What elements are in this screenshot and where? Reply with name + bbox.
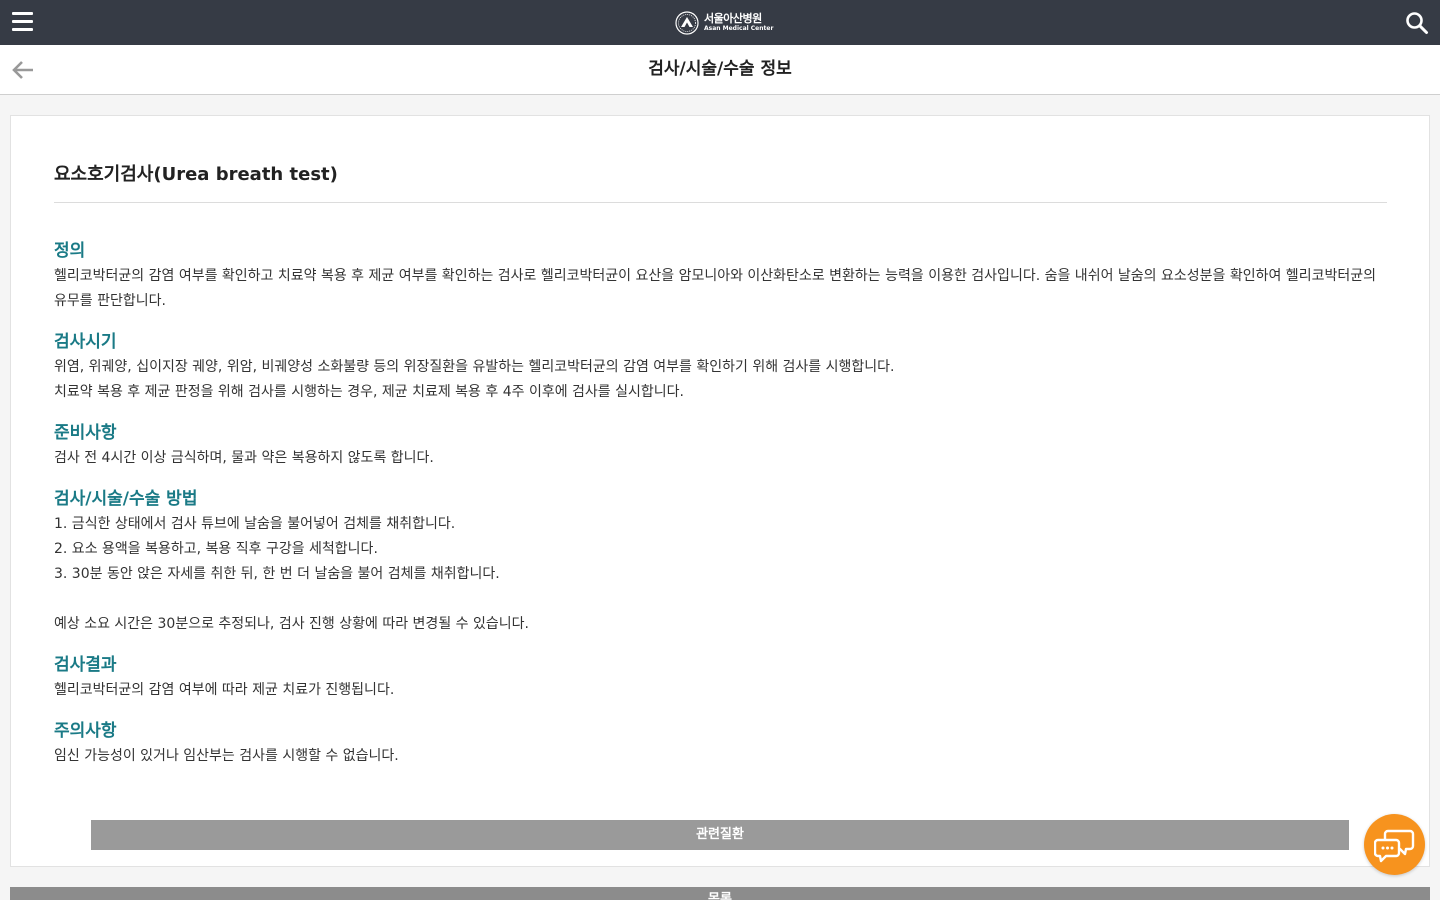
hamburger-icon[interactable] — [12, 11, 33, 33]
section-text: 2. 요소 용액을 복용하고, 복용 직후 구강을 세척합니다. — [54, 541, 378, 557]
section-heading: 검사결과 — [54, 655, 117, 675]
exam-title: 요소호기검사(Urea breath test) — [54, 156, 1387, 203]
exam-info-card: 요소호기검사(Urea breath test) 정의 헬리코박터균의 감염 여… — [10, 115, 1430, 867]
section-text: 헬리코박터균의 감염 여부를 확인하고 치료약 복용 후 제균 여부를 확인하는… — [54, 268, 1376, 309]
chat-button[interactable] — [1364, 814, 1425, 875]
exam-content: 요소호기검사(Urea breath test) 정의 헬리코박터균의 감염 여… — [54, 156, 1387, 769]
section-heading: 준비사항 — [54, 423, 117, 443]
page-title: 검사/시술/수술 정보 — [648, 59, 792, 79]
list-button[interactable]: 목록 — [10, 887, 1430, 900]
section-definition: 정의 헬리코박터균의 감염 여부를 확인하고 치료약 복용 후 제균 여부를 확… — [54, 239, 1387, 314]
section-text: 예상 소요 시간은 30분으로 추정되나, 검사 진행 상황에 따라 변경될 수… — [54, 616, 529, 632]
logo-korean-text: 서울아산병원 — [704, 12, 762, 25]
section-text: 1. 금식한 상태에서 검사 튜브에 날숨을 불어넣어 검체를 채취합니다. — [54, 516, 456, 532]
section-heading: 검사시기 — [54, 332, 117, 352]
top-navigation-bar: 서울아산병원 Asan Medical Center — [0, 0, 1440, 45]
section-heading: 검사/시술/수술 방법 — [54, 489, 198, 509]
section-preparation: 준비사항 검사 전 4시간 이상 금식하며, 물과 약은 복용하지 않도록 합니… — [54, 421, 1387, 471]
page-header: 검사/시술/수술 정보 — [0, 45, 1440, 95]
section-text: 위염, 위궤양, 십이지장 궤양, 위암, 비궤양성 소화불량 등의 위장질환을… — [54, 359, 895, 375]
section-text: 검사 전 4시간 이상 금식하며, 물과 약은 복용하지 않도록 합니다. — [54, 450, 434, 466]
section-text: 치료약 복용 후 제균 판정을 위해 검사를 시행하는 경우, 제균 치료제 복… — [54, 384, 684, 400]
hospital-logo[interactable]: 서울아산병원 Asan Medical Center — [675, 10, 773, 35]
hospital-emblem-icon — [675, 10, 699, 35]
section-text: 3. 30분 동안 앉은 자세를 취한 뒤, 한 번 더 날숨을 불어 검체를 … — [54, 566, 500, 582]
section-heading: 주의사항 — [54, 721, 117, 741]
search-icon[interactable] — [1405, 11, 1429, 35]
section-text: 임신 가능성이 있거나 임산부는 검사를 시행할 수 없습니다. — [54, 748, 399, 764]
section-method: 검사/시술/수술 방법 1. 금식한 상태에서 검사 튜브에 날숨을 불어넣어 … — [54, 487, 1387, 637]
section-result: 검사결과 헬리코박터균의 감염 여부에 따라 제균 치료가 진행됩니다. — [54, 653, 1387, 703]
chat-bubbles-icon — [1374, 829, 1415, 863]
section-text — [54, 587, 1387, 612]
logo-english-text: Asan Medical Center — [704, 25, 774, 32]
section-caution: 주의사항 임신 가능성이 있거나 임산부는 검사를 시행할 수 없습니다. — [54, 719, 1387, 769]
section-text: 헬리코박터균의 감염 여부에 따라 제균 치료가 진행됩니다. — [54, 682, 395, 698]
section-heading: 정의 — [54, 241, 86, 261]
related-diseases-button[interactable]: 관련질환 — [91, 820, 1349, 850]
arrow-left-icon[interactable] — [11, 59, 35, 81]
section-timing: 검사시기 위염, 위궤양, 십이지장 궤양, 위암, 비궤양성 소화불량 등의 … — [54, 330, 1387, 405]
